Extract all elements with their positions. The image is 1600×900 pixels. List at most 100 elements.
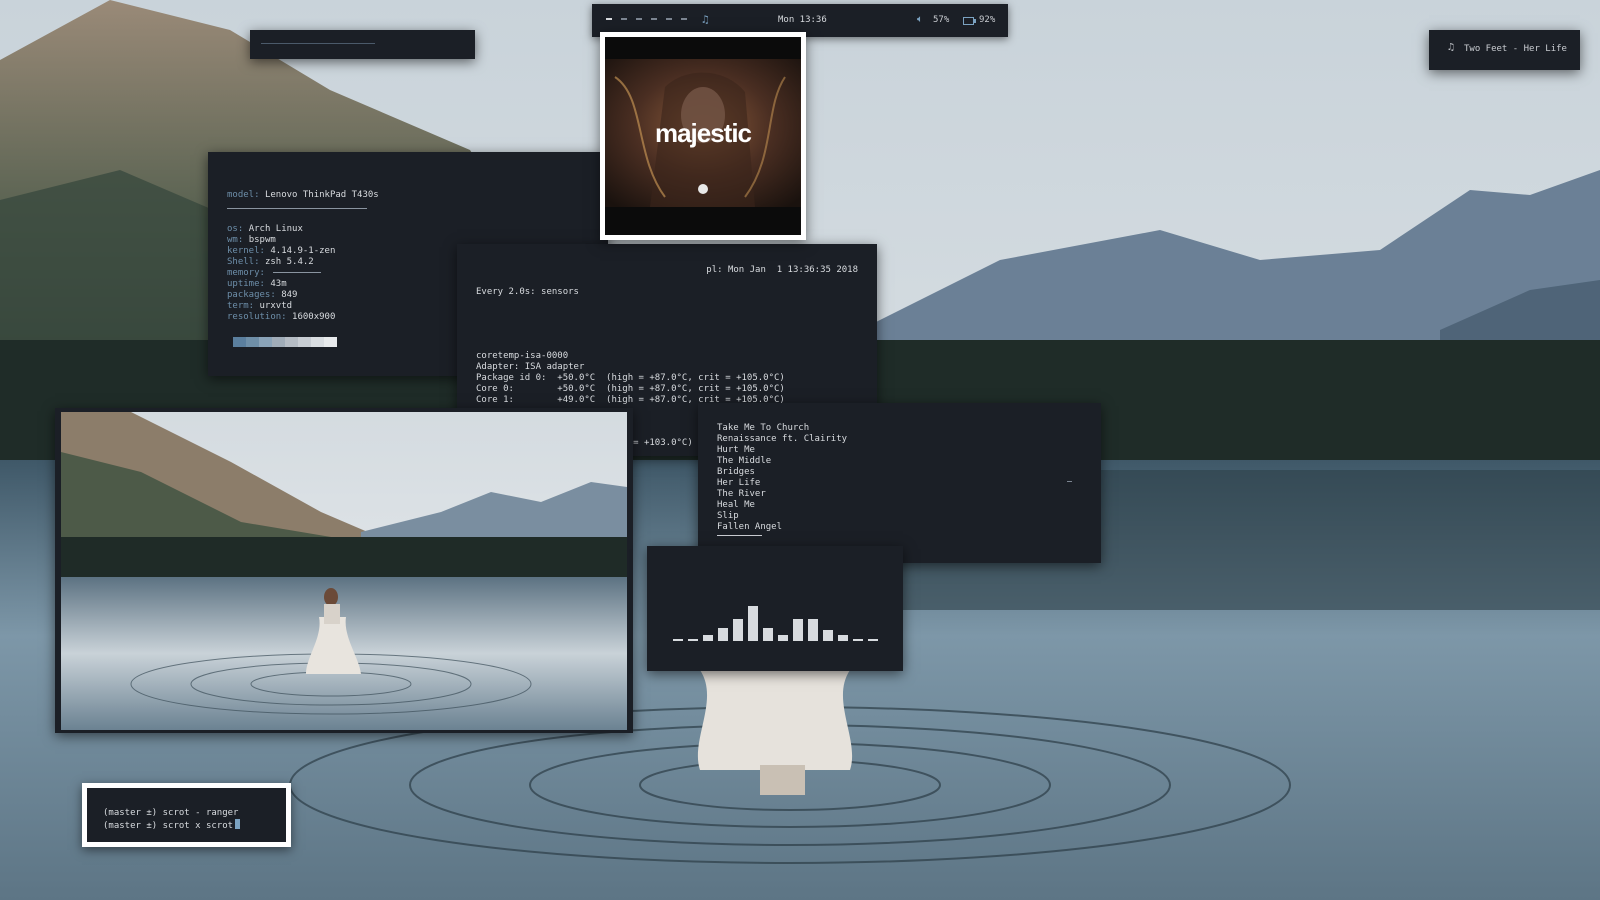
palette-swatch (259, 337, 272, 347)
terminal-line-text: (master ±) scrot - ranger (103, 808, 239, 818)
playlist-track[interactable]: Fallen Angel (717, 522, 847, 533)
sysinfo-row: uptime: 43m (227, 279, 287, 290)
sensors-header: Every 2.0s: sensors (476, 286, 579, 297)
battery-value: 92% (979, 15, 996, 25)
sysinfo-label: wm: (227, 235, 244, 245)
palette-swatch (272, 337, 285, 347)
playlist-window[interactable]: Take Me To Church Renaissance ft. Clairit… (698, 403, 1101, 563)
sysinfo-value: Arch Linux (248, 224, 303, 234)
visualizer-bar (718, 628, 728, 641)
workspace-4[interactable] (651, 18, 657, 20)
sensors-line: Package id 0: +50.0°C (high = +87.0°C, c… (476, 372, 785, 383)
visualizer-bar (688, 639, 698, 641)
music-note-icon[interactable]: ♫ (702, 13, 709, 26)
visualizer-bar (733, 619, 743, 641)
visualizer-bar (778, 635, 788, 641)
visualizer-bar (673, 639, 683, 641)
volume-value: 57% (933, 15, 950, 25)
visualizer-bar (793, 619, 803, 641)
playlist-track[interactable]: Heal Me (717, 500, 847, 511)
sysinfo-label: memory: (227, 268, 265, 278)
palette-swatch (311, 337, 324, 347)
palette-swatch (233, 337, 246, 347)
palette-swatch (246, 337, 259, 347)
sysinfo-label: packages: (227, 290, 276, 300)
music-note-icon: ♫ (1448, 42, 1455, 53)
palette-swatch (324, 337, 337, 347)
empty-window[interactable] (250, 30, 475, 59)
lake-photo (61, 412, 627, 730)
clock: Mon 13:36 (778, 15, 827, 25)
playlist-track[interactable]: Bridges (717, 467, 847, 478)
image-viewer-window[interactable] (55, 408, 633, 733)
playlist-track[interactable]: Her Life (717, 478, 847, 489)
workspace-5[interactable] (666, 18, 672, 20)
sysinfo-value: 1600x900 (292, 312, 336, 322)
sensors-line: Adapter: ISA adapter (476, 362, 585, 373)
sysinfo-row: model: Lenovo ThinkPad T430s (227, 190, 379, 201)
visualizer-bar (748, 606, 758, 641)
sysinfo-value: zsh 5.4.2 (264, 257, 314, 267)
sysinfo-row: term: urxvtd (227, 301, 292, 312)
workspace-6[interactable] (681, 18, 687, 20)
sysinfo-value: Lenovo ThinkPad T430s (264, 190, 379, 200)
sysinfo-row: kernel: 4.14.9-1-zen (227, 246, 335, 257)
track-list: Take Me To Church Renaissance ft. Clairit… (717, 423, 847, 533)
speaker-icon[interactable]: 🔈︎ (917, 14, 923, 25)
playlist-track[interactable]: Take Me To Church (717, 423, 847, 434)
sensors-line: coretemp-isa-0000 (476, 351, 569, 362)
now-playing-window[interactable]: ♫ Two Feet - Her Life (1429, 30, 1580, 70)
album-cover-window[interactable]: majestic (600, 32, 806, 240)
visualizer-bar (838, 635, 848, 641)
visualizer-bar (703, 635, 713, 641)
terminal-line-text: (master ±) scrot x scrot (103, 821, 234, 831)
memory-bar (273, 272, 322, 273)
sysinfo-row: wm: bspwm (227, 235, 276, 246)
terminal-line: (master ±) scrot - ranger (103, 808, 240, 819)
color-palette (233, 337, 337, 347)
workspace-1[interactable] (606, 18, 612, 20)
palette-swatch (298, 337, 311, 347)
visualizer-bar (808, 619, 818, 641)
battery-icon (963, 17, 976, 25)
terminal-window[interactable]: (master ±) scrot - ranger (master ±) scro… (82, 783, 291, 847)
terminal-line: (master ±) scrot x scrot (103, 819, 241, 832)
audio-visualizer-window[interactable] (647, 546, 903, 671)
sysinfo-value: 43m (270, 279, 287, 289)
sysinfo-row: packages: 849 (227, 290, 297, 301)
sensors-timestamp: pl: Mon Jan 1 13:36:35 2018 (706, 265, 858, 275)
visualizer-bar (823, 630, 833, 641)
sysinfo-value: urxvtd (259, 301, 293, 311)
visualizer-bar (868, 639, 878, 641)
palette-swatch (285, 337, 298, 347)
playlist-track[interactable]: Renaissance ft. Clairity (717, 434, 847, 445)
playlist-track[interactable]: Hurt Me (717, 445, 847, 456)
sysinfo-label: model: (227, 190, 260, 200)
terminal-output: (master ±) scrot - ranger (master ±) scro… (103, 808, 241, 832)
album-cover-art: majestic (605, 37, 801, 235)
sysinfo-label: Shell: (227, 257, 260, 267)
sysinfo-row: resolution: 1600x900 (227, 312, 335, 323)
workspace-2[interactable] (621, 18, 627, 20)
album-title: majestic (654, 118, 752, 148)
playlist-track[interactable]: The River (717, 489, 847, 500)
workspace-3[interactable] (636, 18, 642, 20)
now-playing-text: Two Feet - Her Life (1464, 44, 1567, 54)
visualizer-bars (673, 606, 878, 641)
sysinfo-row: os: Arch Linux (227, 224, 303, 235)
visualizer-bar (763, 628, 773, 641)
terminal-cursor (235, 819, 241, 829)
sysinfo-value: 849 (281, 290, 298, 300)
sysinfo-value: 4.14.9-1-zen (270, 246, 336, 256)
visualizer-bar (853, 639, 863, 641)
divider-line (261, 43, 375, 44)
sysinfo-label: uptime: (227, 279, 265, 289)
selected-track-underline (717, 535, 762, 536)
sysinfo-row: memory: (227, 268, 322, 279)
sysinfo-label: resolution: (227, 312, 287, 322)
playlist-track[interactable]: The Middle (717, 456, 847, 467)
playlist-track[interactable]: Slip (717, 511, 847, 522)
terminal-screen[interactable]: (master ±) scrot - ranger (master ±) scro… (87, 788, 286, 842)
sensors-line: Core 0: +50.0°C (high = +87.0°C, crit = … (476, 383, 785, 394)
sysinfo-row: Shell: zsh 5.4.2 (227, 257, 314, 268)
